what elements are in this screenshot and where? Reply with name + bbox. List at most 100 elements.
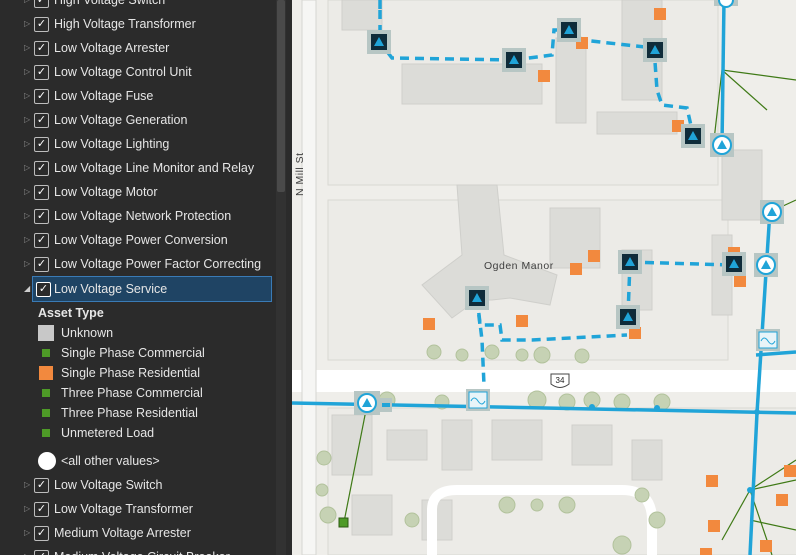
n-mill-st-road (302, 0, 316, 555)
layer-row[interactable]: ▷ ✓ Low Voltage Arrester (0, 36, 272, 60)
street-label: N Mill St (294, 152, 306, 196)
layer-visibility-checkbox[interactable]: ✓ (34, 89, 49, 104)
layer-visibility-checkbox[interactable]: ✓ (36, 282, 51, 297)
layer-label: High Voltage Transformer (54, 17, 196, 31)
layer-visibility-checkbox[interactable]: ✓ (34, 0, 49, 8)
layer-row[interactable]: ▷ ✓ High Voltage Transformer (0, 12, 272, 36)
square-symbol-icon (42, 389, 50, 397)
layer-visibility-checkbox[interactable]: ✓ (34, 257, 49, 272)
route-shield-number: 34 (556, 376, 565, 385)
layer-row[interactable]: ▷ ✓ Low Voltage Line Monitor and Relay (0, 156, 272, 180)
expand-arrow-icon[interactable]: ▷ (24, 114, 30, 126)
layer-visibility-checkbox[interactable]: ✓ (34, 209, 49, 224)
layer-label: High Voltage Switch (54, 0, 166, 7)
layer-row[interactable]: ▷ ✓ Low Voltage Generation (0, 108, 272, 132)
layer-label: Low Voltage Line Monitor and Relay (54, 161, 255, 175)
panel-scrollbar[interactable] (276, 0, 286, 555)
expand-arrow-icon[interactable]: ▷ (24, 551, 30, 555)
layer-visibility-checkbox[interactable]: ✓ (34, 113, 49, 128)
layer-visibility-checkbox[interactable]: ✓ (34, 41, 49, 56)
expand-arrow-icon[interactable]: ▷ (24, 138, 30, 150)
expand-arrow-icon[interactable]: ▷ (24, 42, 30, 54)
layer-visibility-checkbox[interactable]: ✓ (34, 161, 49, 176)
legend-item: Three Phase Commercial (38, 384, 268, 404)
expand-arrow-icon[interactable]: ▷ (24, 18, 30, 30)
layer-row[interactable]: ▷ ✓ Low Voltage Lighting (0, 132, 272, 156)
layer-label: Low Voltage Generation (54, 113, 188, 127)
layer-row[interactable]: ▷ ✓ Medium Voltage Arrester (0, 521, 272, 545)
place-label: Ogden Manor (484, 260, 554, 272)
layer-visibility-checkbox[interactable]: ✓ (34, 502, 49, 517)
layer-row[interactable]: ▷ ✓ Medium Voltage Circuit Breaker (0, 545, 272, 555)
expand-arrow-icon[interactable]: ▷ (24, 162, 30, 174)
layer-row[interactable]: ▷ ✓ Low Voltage Power Conversion (0, 228, 272, 252)
layer-visibility-checkbox[interactable]: ✓ (34, 185, 49, 200)
layer-row-selected[interactable]: ◢ ✓ Low Voltage Service (24, 276, 272, 302)
legend-item-label: Three Phase Commercial (61, 386, 203, 400)
layer-visibility-checkbox[interactable]: ✓ (34, 65, 49, 80)
layer-row[interactable]: ▷ ✓ High Voltage Switch (0, 0, 272, 12)
expand-arrow-icon[interactable]: ▷ (24, 503, 30, 515)
layer-row[interactable]: ▷ ✓ Low Voltage Control Unit (0, 60, 272, 84)
layer-label: Low Voltage Power Factor Correcting (54, 257, 262, 271)
layer-row[interactable]: ▷ ✓ Low Voltage Network Protection (0, 204, 272, 228)
square-symbol-icon (42, 429, 50, 437)
layer-label: Low Voltage Switch (54, 478, 163, 492)
legend-item: <all other values> (38, 452, 268, 472)
expand-arrow-icon[interactable]: ▷ (24, 186, 30, 198)
layer-row[interactable]: ▷ ✓ Low Voltage Switch (0, 473, 272, 497)
expand-arrow-icon[interactable]: ▷ (24, 0, 30, 6)
layer-row[interactable]: ▷ ✓ Low Voltage Power Factor Correcting (0, 252, 272, 276)
layer-label: Low Voltage Power Conversion (54, 233, 228, 247)
service-point-commercial (338, 517, 349, 528)
layer-label: Low Voltage Motor (54, 185, 158, 199)
layer-label: Low Voltage Lighting (54, 137, 170, 151)
layer-row[interactable]: ▷ ✓ Low Voltage Fuse (0, 84, 272, 108)
layer-label: Low Voltage Transformer (54, 502, 193, 516)
square-symbol-icon (42, 409, 50, 417)
layer-visibility-checkbox[interactable]: ✓ (34, 478, 49, 493)
collapse-arrow-icon[interactable]: ◢ (24, 283, 30, 295)
legend-item: Single Phase Residential (38, 364, 268, 384)
layer-visibility-checkbox[interactable]: ✓ (34, 550, 49, 555)
square-symbol-icon (38, 325, 54, 341)
route-shield-icon: 34 (550, 373, 570, 388)
square-symbol-icon (39, 366, 53, 380)
layer-row[interactable]: ▷ ✓ Low Voltage Motor (0, 180, 272, 204)
map-canvas[interactable]: 34 (292, 0, 796, 555)
major-road (292, 370, 796, 392)
expand-arrow-icon[interactable]: ▷ (24, 479, 30, 491)
legend-item-label: Single Phase Commercial (61, 346, 205, 360)
contents-pane: ▷ ✓ High Voltage Switch ▷ ✓ High Voltage Tran… (0, 0, 292, 555)
layer-visibility-checkbox[interactable]: ✓ (34, 233, 49, 248)
expand-arrow-icon[interactable]: ▷ (24, 90, 30, 102)
layer-label: Medium Voltage Circuit Breaker (54, 549, 230, 555)
square-symbol-icon (42, 349, 50, 357)
layer-label: Medium Voltage Arrester (54, 526, 191, 540)
legend-item: Three Phase Residential (38, 404, 268, 424)
layer-visibility-checkbox[interactable]: ✓ (34, 137, 49, 152)
map-view[interactable]: 34 N Mill St Ogden Manor (292, 0, 796, 555)
layer-label: Low Voltage Service (54, 282, 168, 296)
legend-item: Unknown (38, 324, 268, 344)
expand-arrow-icon[interactable]: ▷ (24, 66, 30, 78)
layer-label: Low Voltage Control Unit (54, 65, 192, 79)
expand-arrow-icon[interactable]: ▷ (24, 210, 30, 222)
legend-item-label: Three Phase Residential (61, 406, 198, 420)
layer-label: Low Voltage Network Protection (54, 209, 232, 223)
expand-arrow-icon[interactable]: ▷ (24, 527, 30, 539)
layer-visibility-checkbox[interactable]: ✓ (34, 17, 49, 32)
legend-item: Single Phase Commercial (38, 344, 268, 364)
circle-symbol-icon (38, 452, 56, 470)
layer-row[interactable]: ▷ ✓ Low Voltage Transformer (0, 497, 272, 521)
legend-item-label: <all other values> (61, 454, 160, 468)
layer-visibility-checkbox[interactable]: ✓ (34, 526, 49, 541)
expand-arrow-icon[interactable]: ▷ (24, 258, 30, 270)
legend-item: Unmetered Load (38, 424, 268, 444)
expand-arrow-icon[interactable]: ▷ (24, 234, 30, 246)
scrollbar-thumb[interactable] (277, 0, 285, 192)
layer-label: Low Voltage Fuse (54, 89, 154, 103)
legend-item-label: Unknown (61, 326, 114, 340)
legend-item-label: Single Phase Residential (61, 366, 200, 380)
legend-field-label: Asset Type (38, 306, 104, 320)
